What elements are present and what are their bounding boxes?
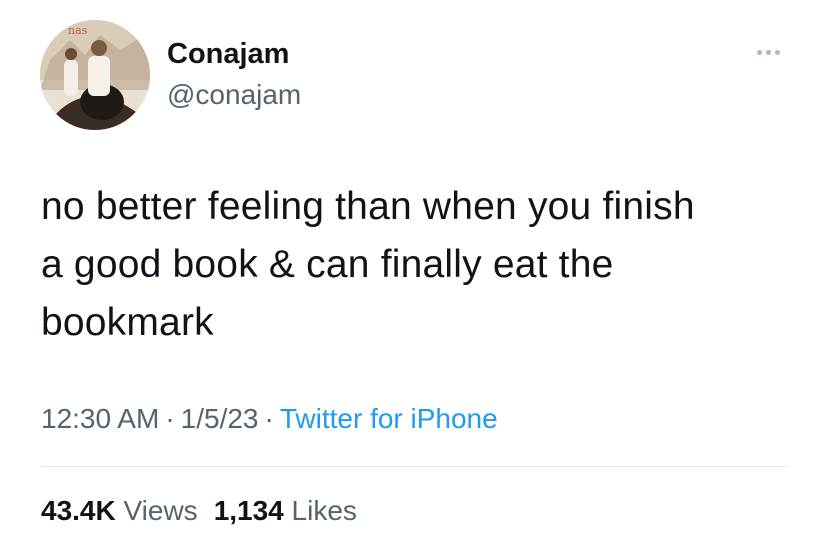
tweet-date[interactable]: 1/5/23 [181, 403, 259, 434]
avatar-photo: nas [40, 20, 150, 130]
views-label: Views [123, 495, 198, 526]
dot [774, 49, 780, 55]
dot [765, 49, 771, 55]
avatar[interactable]: nas [40, 20, 150, 130]
meta-separator: · [165, 403, 175, 434]
dot [756, 49, 762, 55]
tweet-stats: 43.4K Views 1,134 Likes [41, 492, 357, 530]
tweet-card: nas Conajam @conajam no better feeling t… [0, 0, 828, 547]
divider [41, 466, 787, 467]
handle[interactable]: @conajam [167, 77, 301, 113]
more-dots-icon[interactable] [748, 40, 788, 64]
meta-separator: · [264, 403, 274, 434]
likes-label: Likes [291, 495, 357, 526]
likes-count: 1,134 [213, 495, 284, 526]
views-stat[interactable]: 43.4K Views [41, 495, 198, 526]
views-count: 43.4K [41, 495, 116, 526]
tweet-time[interactable]: 12:30 AM [41, 403, 159, 434]
tweet-text-line: bookmark [41, 301, 214, 344]
tweet-text-line: no better feeling than when you finish [41, 185, 695, 228]
likes-stat[interactable]: 1,134 Likes [214, 495, 357, 526]
tweet-text: no better feeling than when you finish a… [41, 178, 801, 352]
svg-text:nas: nas [68, 24, 88, 37]
display-name[interactable]: Conajam [167, 35, 289, 73]
tweet-source-link[interactable]: Twitter for iPhone [280, 403, 498, 434]
tweet-meta: 12:30 AM · 1/5/23 · Twitter for iPhone [41, 400, 498, 438]
tweet-text-line: a good book & can finally eat the [41, 243, 614, 286]
